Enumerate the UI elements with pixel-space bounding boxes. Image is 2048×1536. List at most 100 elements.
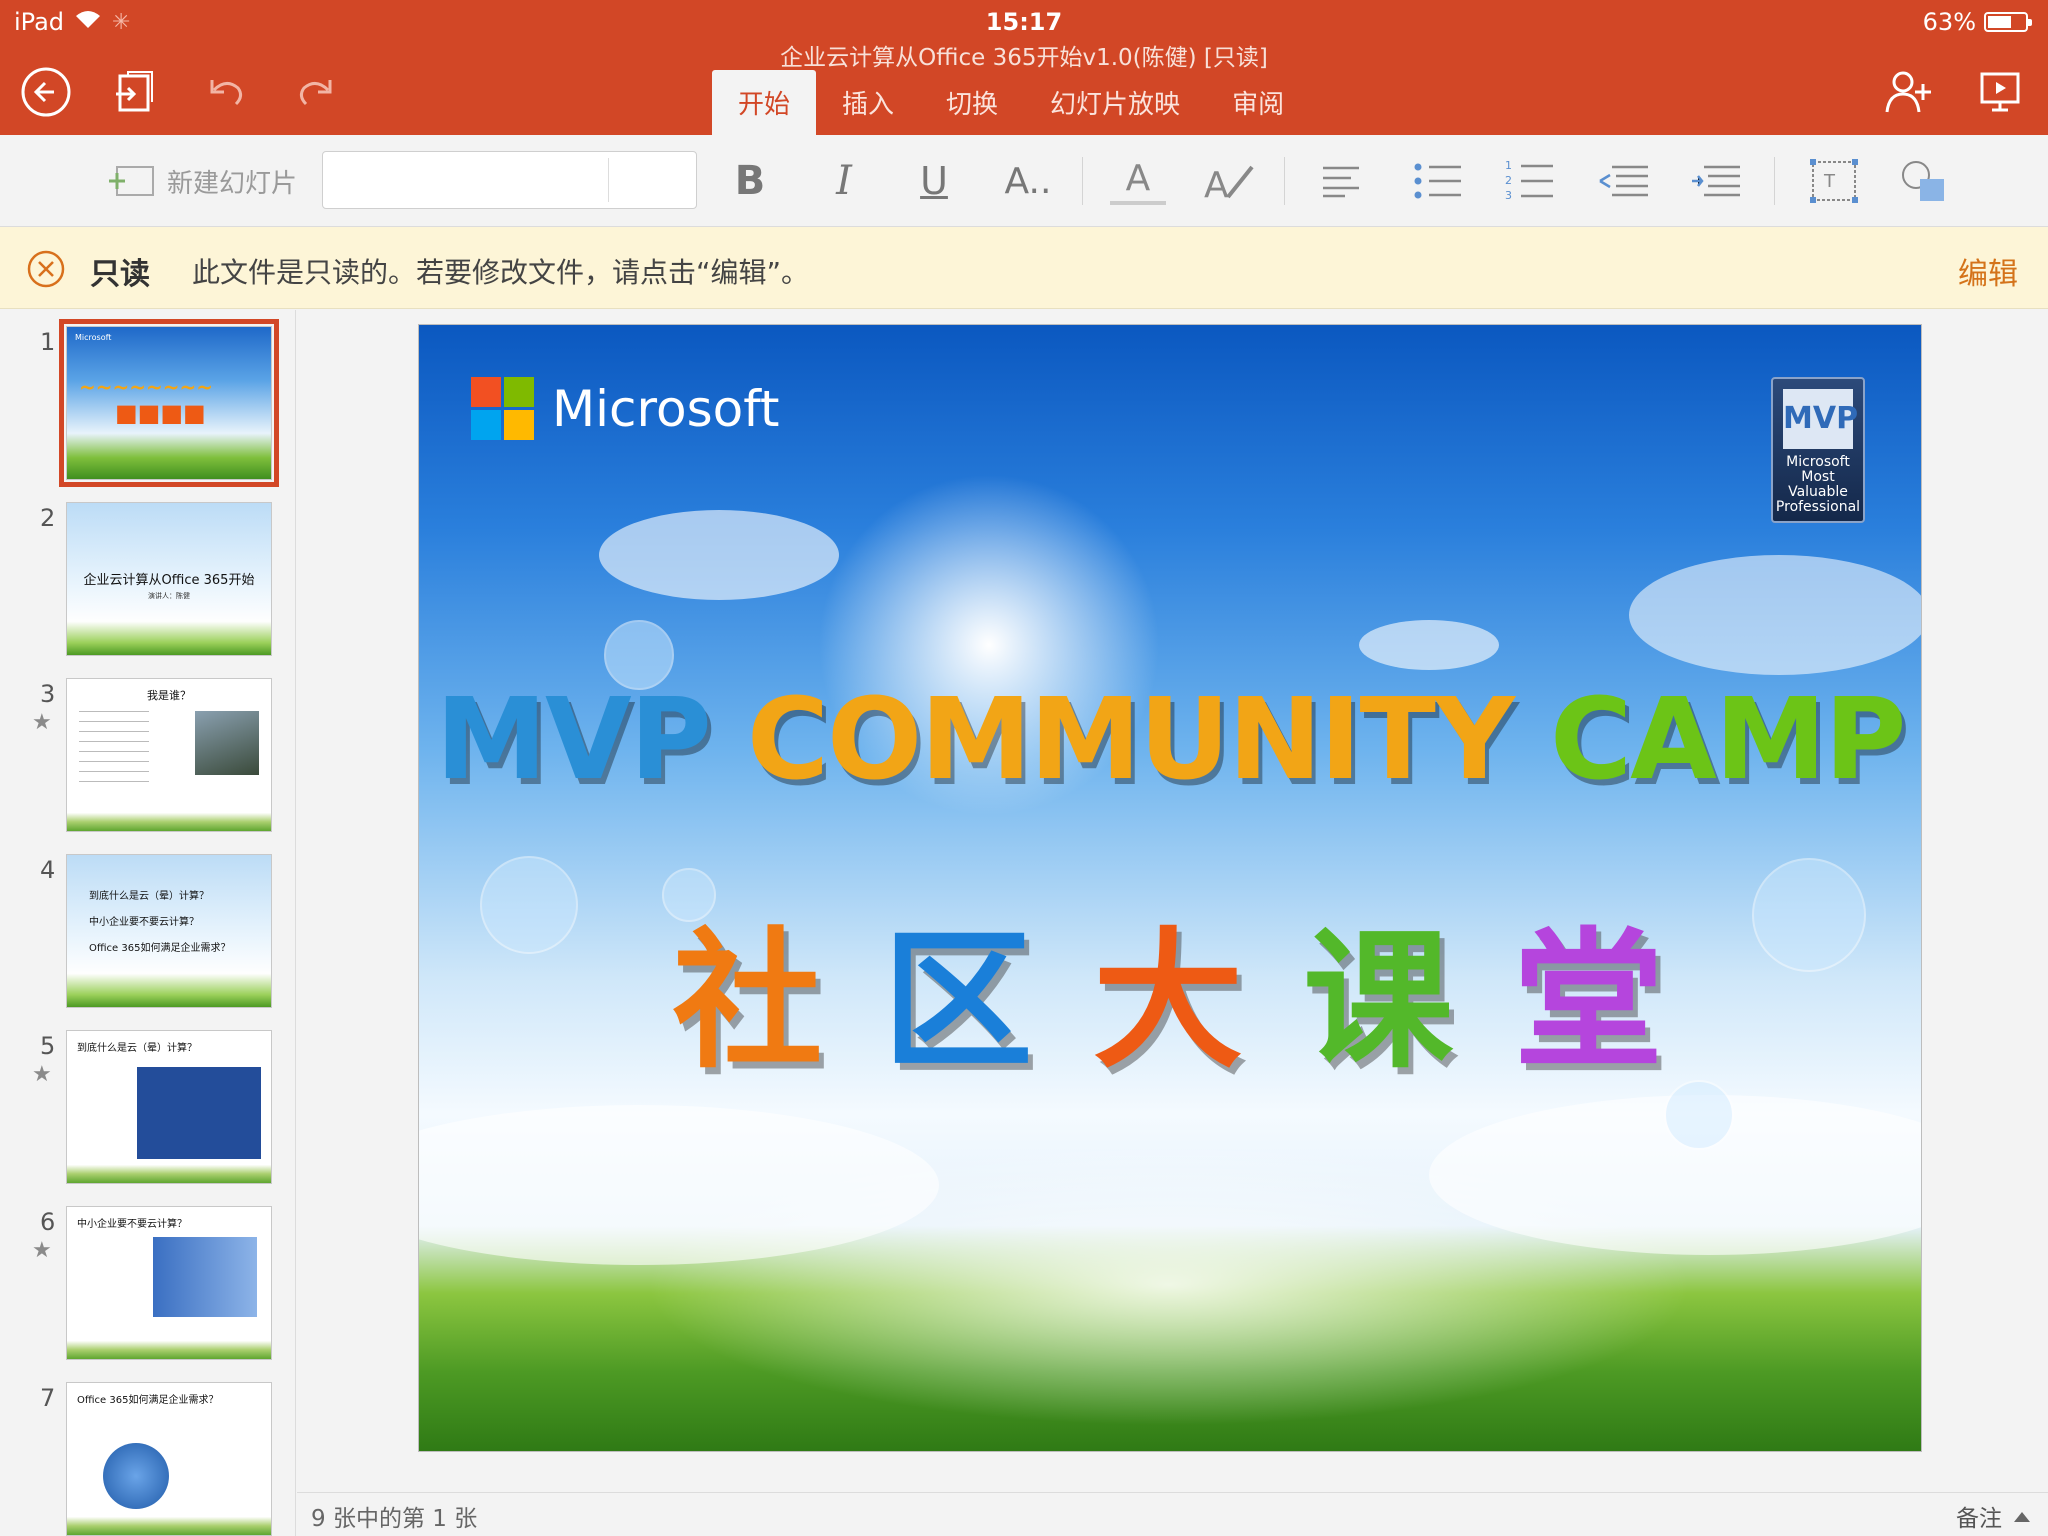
animation-star-icon: ★ [32,710,52,735]
slide-thumbnail-1[interactable]: Microsoft ~~~~~~~~ ■■■■ [59,319,279,487]
tab-home[interactable]: 开始 [712,70,817,135]
numbering-button[interactable]: 1 2 3 [1502,155,1558,207]
thumb-title: 我是谁？ [147,689,191,702]
back-arrow-icon [21,67,71,117]
headline-community: COMMUNITY [746,675,1515,805]
bold-button[interactable]: B [728,155,772,207]
undo-button[interactable] [196,62,256,122]
tab-review[interactable]: 审阅 [1206,70,1310,135]
font-color-button[interactable]: A [1108,155,1168,207]
mvp-badge: MVP Microsoft Most Valuable Professional [1771,377,1865,523]
font-color-swatch [1110,200,1166,205]
thumb-chinese-title: ■■■■ [115,399,206,427]
undo-icon [210,80,243,106]
slide-thumbnail-3[interactable]: 我是谁？ [66,678,272,832]
slide-thumbnail-4[interactable]: 到底什么是云（晕）计算？ 中小企业要不要云计算？ Office 365如何满足企… [66,854,272,1008]
title-bar: iPad ✳ 15:17 63% 企业云计算从Office 365开始v1.0(… [0,0,2048,135]
shapes-button[interactable] [1896,155,1952,207]
mvp-badge-title: MVP [1783,389,1858,449]
tab-insert[interactable]: 插入 [816,70,920,135]
slide-thumbnail-panel: 1 Microsoft ~~~~~~~~ ■■■■ 2 企业云计算从Office… [0,310,296,1536]
thumb-number: 5 [40,1032,56,1060]
tab-transitions[interactable]: 切换 [920,70,1024,135]
microsoft-wordmark: Microsoft [552,379,780,438]
battery-percent: 63% [1922,8,1976,36]
thumb-diagram [153,1237,257,1317]
svg-text:A: A [1204,165,1229,203]
slide-thumbnail-6[interactable]: 中小企业要不要云计算？ [66,1206,272,1360]
new-slide-icon [108,166,154,196]
readonly-banner: 只读 此文件是只读的。若要修改文件，请点击“编辑”。 编辑 [0,227,2048,309]
mvp-badge-line1: Microsoft [1786,454,1850,470]
mvp-badge-line2: Most Valuable [1788,469,1848,500]
font-selector[interactable] [322,151,697,209]
bullet-list-icon [1414,163,1461,199]
thumb-title: Office 365如何满足企业需求？ [77,1395,219,1406]
add-person-icon [1885,71,1931,113]
chevron-up-icon [2014,1512,2030,1522]
bullets-button[interactable] [1410,155,1466,207]
thumb-title: 到底什么是云（晕）计算？ [77,1043,197,1054]
share-button[interactable] [1880,62,1940,122]
new-slide-button[interactable]: 新建幻灯片 [96,155,306,207]
align-left-button[interactable] [1316,155,1366,207]
clock: 15:17 [985,8,1063,36]
more-font-button[interactable]: A.. [998,155,1058,207]
notes-label: 备注 [1956,1506,2002,1532]
thumb-diagram [137,1067,261,1159]
back-button[interactable] [16,62,76,122]
headline-camp: CAMP [1549,675,1906,805]
svg-text:3: 3 [1505,189,1512,202]
svg-text:T: T [1823,171,1836,192]
numbered-list-icon: 1 2 3 [1505,159,1553,202]
slide-thumbnail-5[interactable]: 到底什么是云（晕）计算？ [66,1030,272,1184]
underline-button[interactable]: U [912,155,956,207]
edit-button[interactable]: 编辑 [1958,249,2018,293]
indent-icon [1692,165,1740,197]
chinese-char-4: 课 [1303,915,1458,1089]
current-slide[interactable]: Microsoft MVP Microsoft Most Valuable Pr… [418,324,1922,1452]
file-icon [116,71,153,112]
close-icon [27,250,65,288]
notes-button[interactable]: 备注 [1956,1499,2032,1533]
file-button[interactable] [104,62,164,122]
presentation-icon [1980,72,2020,112]
italic-button[interactable]: I [822,155,866,207]
align-left-icon [1323,166,1359,198]
chinese-char-5: 堂 [1513,915,1668,1089]
present-button[interactable] [1970,62,2030,122]
font-color-label: A [1125,157,1151,199]
slide-editor: Microsoft MVP Microsoft Most Valuable Pr… [297,310,2048,1492]
thumb-subtitle: 演讲人：陈健 [148,592,190,600]
mvp-badge-line3: Professional [1775,499,1861,515]
thumb-line: 中小企业要不要云计算？ [89,917,199,928]
headline-mvp: MVP [435,675,712,805]
highlighter-icon: A [1204,165,1254,203]
textbox-icon: T [1810,159,1858,203]
tab-slideshow[interactable]: 幻灯片放映 [1024,70,1206,135]
slide-position: 9 张中的第 1 张 [311,1506,478,1532]
increase-indent-button[interactable] [1688,155,1744,207]
microsoft-logo: Microsoft [471,377,780,440]
redo-button[interactable] [286,62,346,122]
thumb-text-lines [79,711,149,791]
highlight-button[interactable]: A [1200,155,1260,207]
thumb-number: 6 [40,1208,56,1236]
thumb-number: 3 [40,680,56,708]
ribbon-tabs: 开始 插入 切换 幻灯片放映 审阅 [712,70,1310,135]
readonly-message: 此文件是只读的。若要修改文件，请点击“编辑”。 [192,256,810,289]
slide-thumbnail-7[interactable]: Office 365如何满足企业需求？ [66,1382,272,1536]
thumb-photo [195,711,259,775]
thumb-headline: ~~~~~~~~ [79,375,214,399]
svg-text:1: 1 [1505,159,1512,172]
new-slide-label: 新建幻灯片 [166,168,297,199]
slide-thumbnail-2[interactable]: 企业云计算从Office 365开始 演讲人：陈健 [66,502,272,656]
thumb-title: 企业云计算从Office 365开始 [83,573,255,588]
decrease-indent-button[interactable] [1596,155,1652,207]
textbox-button[interactable]: T [1806,155,1862,207]
close-banner-button[interactable] [26,249,66,293]
chinese-char-3: 大 [1092,915,1247,1089]
chinese-char-2: 区 [882,915,1037,1089]
thumb-number: 7 [40,1384,56,1412]
thumb-line: Office 365如何满足企业需求？ [89,943,231,954]
